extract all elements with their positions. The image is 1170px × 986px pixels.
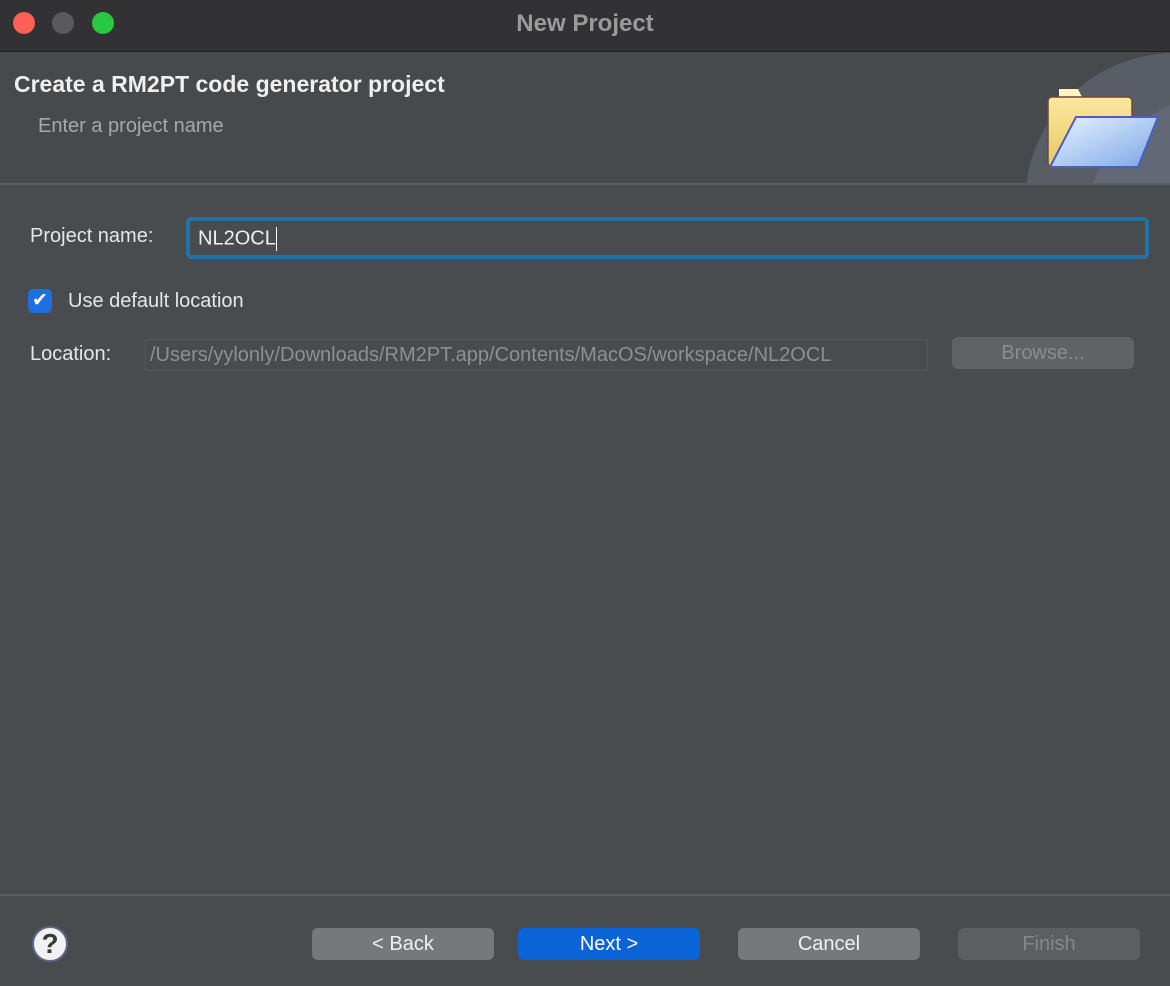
wizard-title: Create a RM2PT code generator project xyxy=(14,71,445,97)
browse-button[interactable]: Browse... xyxy=(952,337,1134,369)
project-name-label: Project name: xyxy=(30,225,154,247)
project-name-input[interactable]: NL2OCL xyxy=(186,217,1149,259)
text-cursor xyxy=(275,227,277,251)
cancel-button[interactable]: Cancel xyxy=(738,928,920,960)
help-icon[interactable]: ? xyxy=(32,926,68,962)
wizard-subtitle: Enter a project name xyxy=(38,115,224,137)
location-input[interactable]: /Users/yylonly/Downloads/RM2PT.app/Conte… xyxy=(145,339,928,371)
finish-button[interactable]: Finish xyxy=(958,928,1140,960)
project-name-value: NL2OCL xyxy=(198,227,276,250)
back-button[interactable]: < Back xyxy=(312,928,494,960)
wizard-header: Create a RM2PT code generator project En… xyxy=(0,53,1170,185)
use-default-location-label[interactable]: Use default location xyxy=(68,290,244,313)
location-label: Location: xyxy=(30,343,112,365)
use-default-location-checkbox[interactable]: ✔ xyxy=(28,289,52,313)
checkmark-icon: ✔ xyxy=(32,290,48,311)
folder-open-icon xyxy=(1047,89,1159,168)
window-title: New Project xyxy=(516,10,654,37)
footer-divider xyxy=(0,894,1170,896)
title-bar: New Project xyxy=(0,0,1170,52)
next-button[interactable]: Next > xyxy=(518,928,700,960)
